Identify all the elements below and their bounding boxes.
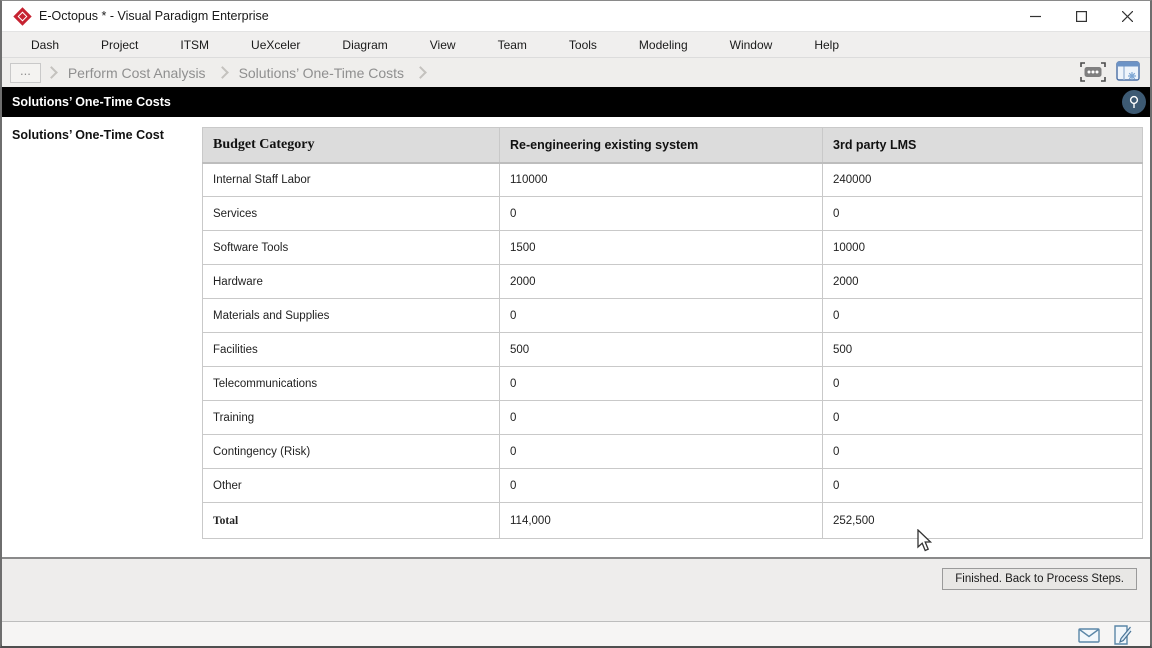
menu-itsm[interactable]: ITSM (159, 34, 230, 56)
chevron-right-icon (45, 66, 58, 79)
value-cell[interactable]: 0 (500, 197, 823, 231)
menu-help[interactable]: Help (793, 34, 860, 56)
value-cell[interactable]: 0 (823, 401, 1143, 435)
value-cell[interactable]: 0 (823, 469, 1143, 503)
category-cell: Materials and Supplies (203, 299, 500, 333)
breadcrumb: ... Perform Cost Analysis Solutions’ One… (2, 57, 1150, 87)
message-button[interactable] (1078, 628, 1100, 648)
value-cell[interactable]: 1500 (500, 231, 823, 265)
category-cell: Telecommunications (203, 367, 500, 401)
table-row: Telecommunications 0 0 (203, 367, 1143, 401)
menu-dash[interactable]: Dash (10, 34, 80, 56)
value-cell[interactable]: 0 (500, 367, 823, 401)
chevron-right-icon (414, 66, 427, 79)
one-time-costs-table: Budget Category Re-engineering existing … (202, 127, 1143, 539)
column-header-budget-category: Budget Category (203, 128, 500, 163)
menu-bar: Dash Project ITSM UeXceler Diagram View … (2, 31, 1150, 57)
pin-button[interactable] (1122, 90, 1146, 114)
value-cell[interactable]: 0 (500, 469, 823, 503)
category-cell: Software Tools (203, 231, 500, 265)
finished-back-button[interactable]: Finished. Back to Process Steps. (942, 568, 1137, 590)
value-cell[interactable]: 0 (823, 435, 1143, 469)
window-controls (1012, 1, 1150, 31)
category-cell: Contingency (Risk) (203, 435, 500, 469)
breadcrumb-ellipsis[interactable]: ... (10, 63, 41, 83)
value-cell[interactable]: 0 (823, 299, 1143, 333)
table-row: Internal Staff Labor 110000 240000 (203, 163, 1143, 197)
table-row: Other 0 0 (203, 469, 1143, 503)
menu-project[interactable]: Project (80, 34, 159, 56)
value-cell[interactable]: 500 (500, 333, 823, 367)
table-row: Training 0 0 (203, 401, 1143, 435)
chevron-right-icon (216, 66, 229, 79)
overview-marquee-button[interactable] (1080, 62, 1106, 87)
window-title: E-Octopus * - Visual Paradigm Enterprise (39, 9, 269, 23)
total-value-cell: 114,000 (500, 503, 823, 539)
overview-marquee-icon (1080, 62, 1106, 82)
page-title: Solutions’ One-Time Costs (2, 95, 171, 109)
column-header-solution-1: Re-engineering existing system (500, 128, 823, 163)
table-row: Contingency (Risk) 0 0 (203, 435, 1143, 469)
table-total-row: Total 114,000 252,500 (203, 503, 1143, 539)
menu-modeling[interactable]: Modeling (618, 34, 709, 56)
category-cell: Training (203, 401, 500, 435)
menu-window[interactable]: Window (709, 34, 794, 56)
category-cell: Hardware (203, 265, 500, 299)
close-icon (1122, 11, 1133, 22)
menu-uexceler[interactable]: UeXceler (230, 34, 321, 56)
table-row: Materials and Supplies 0 0 (203, 299, 1143, 333)
maximize-icon (1076, 11, 1087, 22)
content-area: Solutions’ One-Time Cost Budget Category… (2, 117, 1150, 557)
edit-document-icon (1114, 625, 1132, 645)
app-window: E-Octopus * - Visual Paradigm Enterprise… (0, 0, 1152, 648)
minimize-button[interactable] (1012, 1, 1058, 31)
value-cell[interactable]: 0 (500, 435, 823, 469)
table-header-row: Budget Category Re-engineering existing … (203, 128, 1143, 163)
minimize-icon (1030, 11, 1041, 22)
value-cell[interactable]: 0 (823, 197, 1143, 231)
table-row: Facilities 500 500 (203, 333, 1143, 367)
table-row: Software Tools 1500 10000 (203, 231, 1143, 265)
maximize-button[interactable] (1058, 1, 1104, 31)
value-cell[interactable]: 0 (500, 401, 823, 435)
edit-notes-button[interactable] (1114, 625, 1132, 648)
value-cell[interactable]: 240000 (823, 163, 1143, 197)
footer-panel: Finished. Back to Process Steps. (2, 557, 1150, 621)
breadcrumb-solutions-one-time-costs[interactable]: Solutions’ One-Time Costs (233, 65, 410, 81)
title-bar: E-Octopus * - Visual Paradigm Enterprise (2, 1, 1150, 31)
value-cell[interactable]: 2000 (500, 265, 823, 299)
value-cell[interactable]: 0 (823, 367, 1143, 401)
breadcrumb-perform-cost-analysis[interactable]: Perform Cost Analysis (62, 65, 212, 81)
menu-tools[interactable]: Tools (548, 34, 618, 56)
visual-paradigm-logo-icon (13, 7, 31, 25)
close-button[interactable] (1104, 1, 1150, 31)
total-value-cell: 252,500 (823, 503, 1143, 539)
layout-panel-button[interactable] (1116, 61, 1140, 87)
menu-diagram[interactable]: Diagram (321, 34, 408, 56)
value-cell[interactable]: 0 (500, 299, 823, 333)
table-row: Services 0 0 (203, 197, 1143, 231)
value-cell[interactable]: 500 (823, 333, 1143, 367)
pin-icon (1128, 95, 1140, 109)
total-label-cell: Total (203, 503, 500, 539)
status-strip (2, 621, 1150, 646)
category-cell: Facilities (203, 333, 500, 367)
menu-team[interactable]: Team (477, 34, 548, 56)
value-cell[interactable]: 10000 (823, 231, 1143, 265)
category-cell: Services (203, 197, 500, 231)
table-row: Hardware 2000 2000 (203, 265, 1143, 299)
category-cell: Other (203, 469, 500, 503)
layout-panel-icon (1116, 61, 1140, 82)
value-cell[interactable]: 2000 (823, 265, 1143, 299)
column-header-solution-2: 3rd party LMS (823, 128, 1143, 163)
menu-view[interactable]: View (409, 34, 477, 56)
category-cell: Internal Staff Labor (203, 163, 500, 197)
page-header: Solutions’ One-Time Costs (2, 87, 1150, 117)
section-label: Solutions’ One-Time Cost (12, 128, 164, 142)
value-cell[interactable]: 110000 (500, 163, 823, 197)
envelope-icon (1078, 628, 1100, 643)
